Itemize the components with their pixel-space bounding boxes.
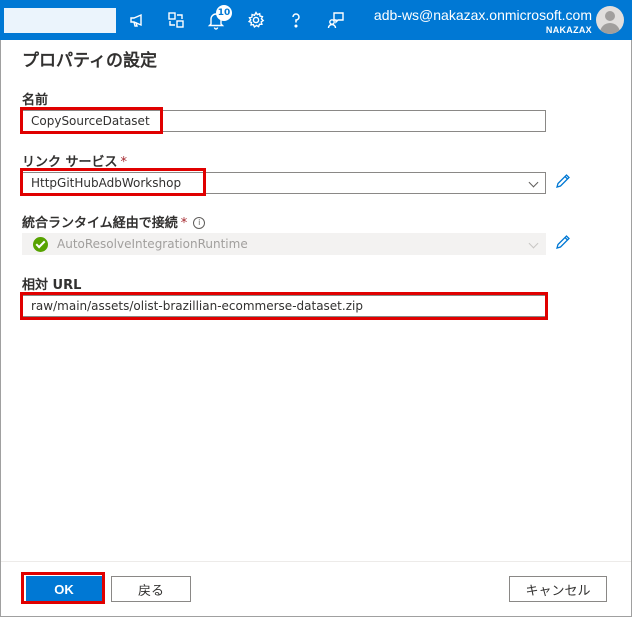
- name-input[interactable]: CopySourceDataset: [22, 110, 546, 132]
- relative-url-value: raw/main/assets/olist-brazillian-ecommer…: [31, 299, 363, 313]
- settings-gear-icon[interactable]: [244, 8, 268, 32]
- name-label-text: 名前: [22, 93, 49, 108]
- linked-service-value: HttpGitHubAdbWorkshop: [31, 176, 182, 190]
- chevron-down-icon: [528, 177, 539, 188]
- search-box[interactable]: [4, 8, 116, 33]
- integration-runtime-value: AutoResolveIntegrationRuntime: [57, 237, 248, 251]
- relative-url-label-text: 相対 URL: [22, 278, 82, 293]
- avatar-head: [605, 11, 615, 21]
- account-tenant: NAKAZAX: [545, 25, 592, 35]
- top-bar: 10 adb-ws@nakazax.onmicrosoft.com NAKAZA…: [0, 0, 632, 40]
- feedback-megaphone-icon[interactable]: [126, 8, 150, 32]
- integration-runtime-label-text: 統合ランタイム経由で接続: [22, 216, 178, 231]
- integration-runtime-label: 統合ランタイム経由で接続 * i: [22, 212, 206, 231]
- chevron-down-icon: [528, 238, 539, 249]
- back-button[interactable]: 戻る: [111, 576, 191, 602]
- feedback-person-icon[interactable]: [324, 8, 348, 32]
- linked-service-label-text: リンク サービス: [22, 155, 118, 170]
- ok-button[interactable]: OK: [26, 576, 102, 602]
- avatar-body: [600, 23, 620, 34]
- page-title: プロパティの設定: [22, 51, 157, 71]
- required-mark: *: [120, 155, 128, 170]
- name-input-value: CopySourceDataset: [31, 114, 150, 128]
- info-icon[interactable]: i: [193, 217, 206, 229]
- integration-runtime-select: AutoResolveIntegrationRuntime: [22, 233, 546, 255]
- avatar[interactable]: [596, 6, 624, 34]
- status-ok-check-icon: [33, 237, 48, 252]
- relative-url-input[interactable]: raw/main/assets/olist-brazillian-ecommer…: [22, 295, 546, 317]
- footer-divider: [1, 561, 631, 562]
- linked-service-select[interactable]: HttpGitHubAdbWorkshop: [22, 172, 546, 194]
- cancel-button[interactable]: キャンセル: [509, 576, 607, 602]
- linked-service-label: リンク サービス *: [22, 151, 127, 170]
- help-question-icon[interactable]: [284, 8, 308, 32]
- relative-url-label: 相対 URL: [22, 274, 81, 293]
- account-email[interactable]: adb-ws@nakazax.onmicrosoft.com: [374, 7, 592, 23]
- name-label: 名前: [22, 89, 48, 108]
- edit-integration-runtime-pencil-icon[interactable]: [554, 233, 572, 251]
- edit-linked-service-pencil-icon[interactable]: [554, 172, 572, 190]
- required-mark: *: [180, 216, 188, 231]
- notification-count-badge: 10: [216, 5, 232, 21]
- directory-switch-icon[interactable]: [164, 8, 188, 32]
